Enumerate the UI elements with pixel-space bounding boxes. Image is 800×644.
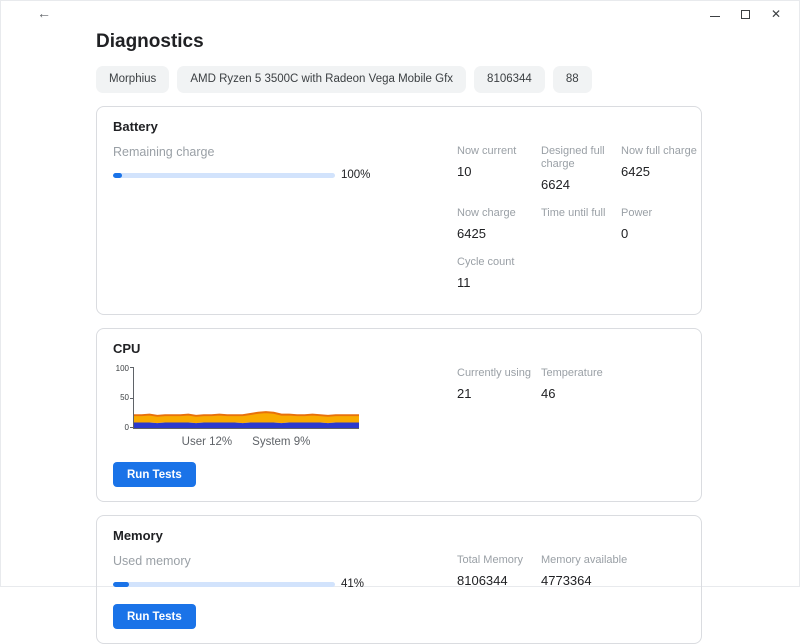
battery-charge-bar-fill bbox=[113, 173, 122, 178]
battery-card-title: Battery bbox=[113, 119, 685, 134]
chip-board-name: Morphius bbox=[96, 66, 169, 93]
cpu-usage-chart bbox=[133, 367, 359, 429]
memory-stats-grid: Total Memory 8106344 Memory available 47… bbox=[457, 554, 651, 629]
battery-gauge-label: Remaining charge bbox=[113, 145, 369, 159]
maximize-icon[interactable] bbox=[741, 10, 750, 19]
legend-user: User 12% bbox=[182, 436, 233, 448]
close-icon[interactable]: ✕ bbox=[771, 8, 781, 20]
cpu-stats-grid: Currently using 21 Temperature 46 bbox=[457, 367, 651, 487]
cpu-usage-chart-svg bbox=[134, 367, 359, 428]
titlebar: ← ✕ bbox=[1, 1, 799, 23]
stat-currently-using: Currently using 21 bbox=[457, 367, 541, 411]
battery-stats-grid: Now current 10 Designed full charge 6624… bbox=[457, 145, 717, 300]
stat-time-until-full: Time until full bbox=[541, 207, 621, 251]
chip-version: 88 bbox=[553, 66, 592, 93]
stat-cycle-count: Cycle count 11 bbox=[457, 256, 541, 300]
cpu-chart-block: 100 50 0 User 12% System 9% Run Test bbox=[113, 367, 369, 487]
stat-temperature: Temperature 46 bbox=[541, 367, 651, 411]
memory-percent-label: 41% bbox=[341, 578, 364, 590]
cpu-chart-legend: User 12% System 9% bbox=[133, 436, 359, 448]
stat-now-full-charge: Now full charge 6425 bbox=[621, 145, 717, 189]
y-tick-label-0: 0 bbox=[125, 423, 129, 432]
cpu-card-title: CPU bbox=[113, 341, 685, 356]
memory-usage-bar-fill bbox=[113, 582, 129, 587]
window-controls: ✕ bbox=[710, 8, 781, 20]
legend-system: System 9% bbox=[252, 436, 310, 448]
stat-now-charge: Now charge 6425 bbox=[457, 207, 541, 251]
page-title: Diagnostics bbox=[96, 31, 702, 53]
memory-gauge-label: Used memory bbox=[113, 554, 369, 568]
battery-card: Battery Remaining charge 100% Now curren… bbox=[96, 106, 702, 315]
y-tick-label-50: 50 bbox=[120, 393, 129, 402]
stat-now-current: Now current 10 bbox=[457, 145, 541, 189]
system-info-chips: Morphius AMD Ryzen 5 3500C with Radeon V… bbox=[96, 66, 702, 93]
main-content: Diagnostics Morphius AMD Ryzen 5 3500C w… bbox=[1, 31, 799, 644]
minimize-icon[interactable] bbox=[710, 16, 720, 17]
cpu-run-tests-button[interactable]: Run Tests bbox=[113, 462, 196, 487]
y-tick-label-100: 100 bbox=[116, 364, 129, 373]
battery-charge-bar bbox=[113, 173, 335, 178]
memory-card: Memory Used memory 41% Run Tests Total M… bbox=[96, 515, 702, 644]
back-arrow-icon[interactable]: ← bbox=[37, 6, 51, 20]
stat-power: Power 0 bbox=[621, 207, 717, 251]
stat-total-memory: Total Memory 8106344 bbox=[457, 554, 541, 598]
stat-memory-available: Memory available 4773364 bbox=[541, 554, 651, 598]
memory-run-tests-button[interactable]: Run Tests bbox=[113, 604, 196, 629]
diagnostics-window: ← ✕ Diagnostics Morphius AMD Ryzen 5 350… bbox=[0, 0, 800, 587]
memory-usage-bar bbox=[113, 582, 335, 587]
cpu-card: CPU 100 50 0 Us bbox=[96, 328, 702, 502]
chip-cpu-name: AMD Ryzen 5 3500C with Radeon Vega Mobil… bbox=[177, 66, 466, 93]
memory-card-title: Memory bbox=[113, 528, 685, 543]
chip-total-memory: 8106344 bbox=[474, 66, 545, 93]
stat-designed-full-charge: Designed full charge 6624 bbox=[541, 145, 621, 202]
battery-percent-label: 100% bbox=[341, 169, 370, 181]
